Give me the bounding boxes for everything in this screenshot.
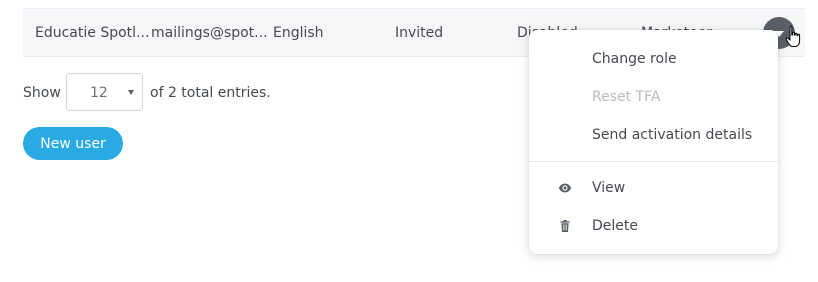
- menu-item-label: Change role: [592, 51, 677, 67]
- page-size-value: 12: [90, 85, 108, 101]
- page-size-select[interactable]: 12: [66, 73, 143, 111]
- menu-item-change-role[interactable]: Change role: [529, 40, 778, 78]
- row-actions-menu: Change role Reset TFA Send activation de…: [529, 30, 778, 254]
- select-arrow-icon: [128, 90, 134, 95]
- menu-item-send-activation-details[interactable]: Send activation details: [529, 116, 778, 154]
- users-page: Educatie Spotl... mailings@spot... Engli…: [0, 0, 818, 282]
- menu-item-label: View: [592, 180, 626, 196]
- menu-item-label: Delete: [592, 218, 638, 234]
- new-user-label: New user: [40, 135, 106, 152]
- menu-item-label: Send activation details: [592, 127, 753, 143]
- total-entries-text: of 2 total entries.: [150, 85, 271, 101]
- eye-icon: [558, 183, 572, 193]
- user-email-cell: mailings@spot...: [151, 25, 268, 41]
- menu-divider: [529, 161, 778, 162]
- trash-icon: [560, 220, 570, 232]
- menu-item-delete[interactable]: Delete: [529, 207, 778, 245]
- new-user-button[interactable]: New user: [23, 127, 123, 160]
- menu-item-view[interactable]: View: [529, 169, 778, 207]
- user-status-cell: Invited: [395, 25, 444, 41]
- hand-cursor-icon: [785, 25, 801, 47]
- user-name-cell: Educatie Spotl...: [35, 25, 150, 41]
- menu-item-reset-tfa: Reset TFA: [529, 78, 778, 116]
- menu-item-label: Reset TFA: [592, 89, 661, 105]
- user-language-cell: English: [273, 25, 324, 41]
- show-label: Show: [23, 85, 61, 101]
